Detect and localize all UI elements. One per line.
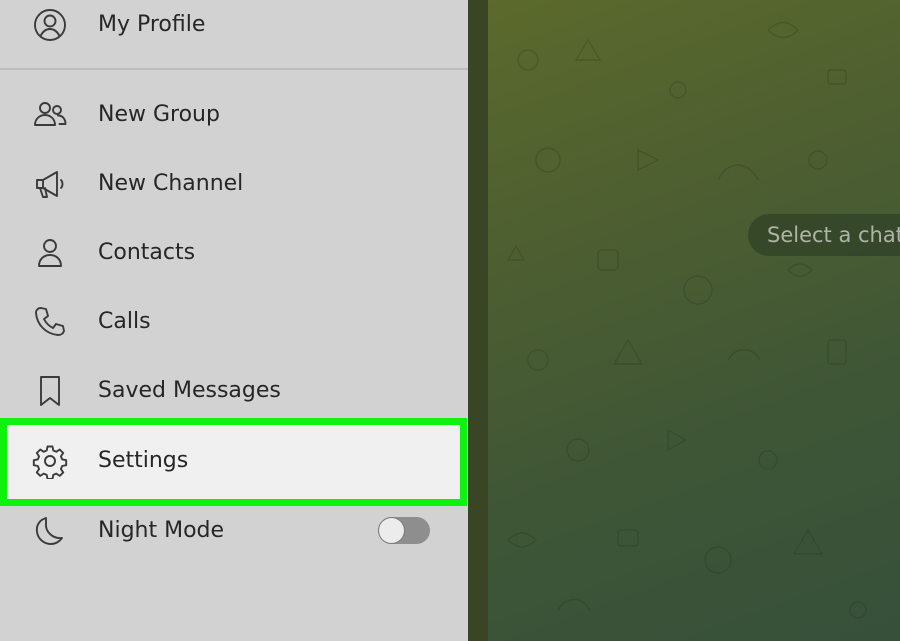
menu-item-contacts[interactable]: Contacts bbox=[0, 218, 468, 287]
menu-item-settings[interactable]: Settings bbox=[0, 426, 468, 495]
panel-divider bbox=[468, 0, 488, 641]
user-circle-icon bbox=[31, 6, 69, 44]
menu-item-my-profile[interactable]: My Profile bbox=[0, 0, 468, 59]
toggle-knob bbox=[379, 518, 404, 543]
select-chat-placeholder: Select a chat bbox=[748, 214, 900, 256]
bookmark-icon bbox=[31, 372, 69, 410]
menu-label-my-profile: My Profile bbox=[98, 12, 206, 37]
night-mode-toggle[interactable] bbox=[378, 517, 430, 544]
moon-icon bbox=[31, 512, 69, 550]
group-icon bbox=[31, 96, 69, 134]
menu-label-calls: Calls bbox=[98, 309, 151, 334]
menu-item-new-group[interactable]: New Group bbox=[0, 80, 468, 149]
menu-label-new-channel: New Channel bbox=[98, 171, 244, 196]
menu-label-night-mode: Night Mode bbox=[98, 518, 225, 543]
chat-area[interactable] bbox=[468, 0, 900, 641]
menu-item-saved-messages[interactable]: Saved Messages bbox=[0, 356, 468, 425]
gear-icon bbox=[31, 442, 69, 480]
menu-divider bbox=[0, 68, 468, 70]
menu-item-calls[interactable]: Calls bbox=[0, 287, 468, 356]
menu-label-settings: Settings bbox=[98, 448, 189, 473]
menu-label-saved-messages: Saved Messages bbox=[98, 378, 281, 403]
menu-label-contacts: Contacts bbox=[98, 240, 196, 265]
doodle-pattern bbox=[506, 21, 867, 619]
person-icon bbox=[31, 234, 69, 272]
phone-icon bbox=[31, 303, 69, 341]
side-menu: My Profile New Group New Channel Contact… bbox=[0, 0, 468, 641]
megaphone-icon bbox=[31, 165, 69, 203]
app-window: Select a chat My Profile New Group New C… bbox=[0, 0, 900, 641]
menu-item-new-channel[interactable]: New Channel bbox=[0, 149, 468, 218]
menu-label-new-group: New Group bbox=[98, 102, 220, 127]
